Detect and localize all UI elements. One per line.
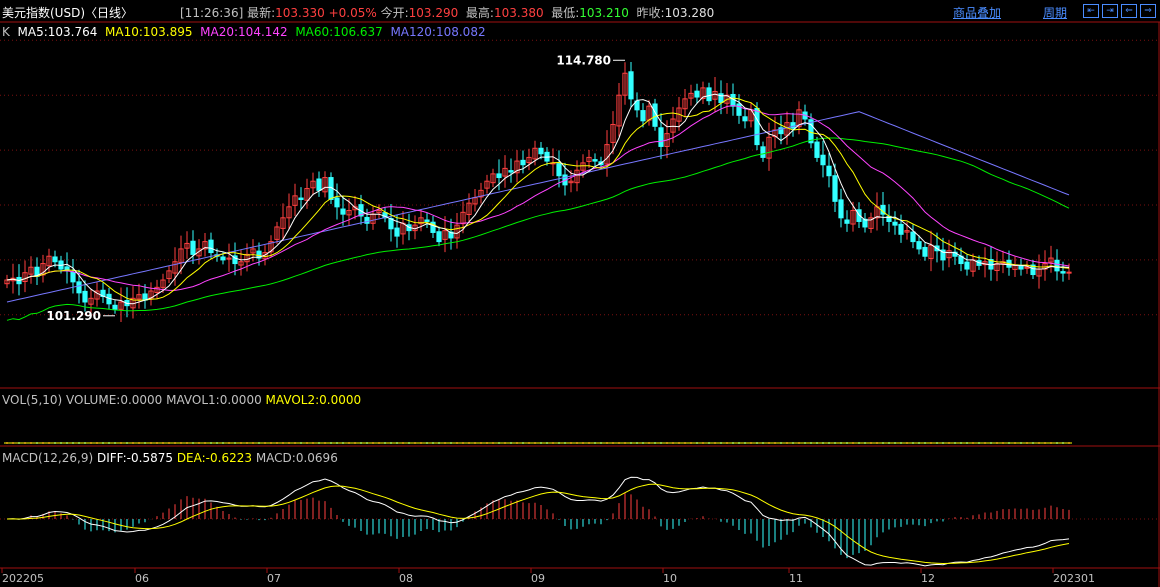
high-annotation: 114.780 <box>556 53 611 67</box>
x-label-7: 12 <box>921 572 935 585</box>
candle-body-56 <box>340 208 346 215</box>
candle-body-55 <box>334 197 340 208</box>
candle-body-82 <box>496 173 502 179</box>
candle-body-106 <box>640 110 646 122</box>
candle-body-8 <box>52 256 58 263</box>
x-label-2: 07 <box>267 572 281 585</box>
candle-body-169 <box>1018 265 1024 270</box>
candle-body-139 <box>838 199 844 219</box>
candle-body-175 <box>1054 259 1060 272</box>
candle-body-70 <box>424 219 430 222</box>
x-label-0: 202205 <box>2 572 44 585</box>
candle-body-18 <box>112 304 118 310</box>
x-label-4: 09 <box>531 572 545 585</box>
x-label-5: 10 <box>663 572 677 585</box>
low-annotation: 101.290 <box>46 309 101 323</box>
candle-body-123 <box>742 116 748 122</box>
x-label-1: 06 <box>135 572 149 585</box>
candle-body-160 <box>964 261 970 270</box>
candle-body-117 <box>706 87 712 102</box>
candle-body-135 <box>814 141 820 158</box>
ma20-line <box>6 104 1070 291</box>
candle-body-131 <box>790 122 796 129</box>
candle-body-65 <box>394 227 400 237</box>
candle-body-13 <box>82 290 88 303</box>
candle-body-151 <box>910 231 916 243</box>
candle-body-176 <box>1060 271 1066 274</box>
candle-body-177 <box>1066 271 1072 274</box>
candle-body-34 <box>208 239 214 254</box>
candle-body-92 <box>556 163 562 177</box>
candle-body-140 <box>844 219 850 224</box>
x-label-8: 202301 <box>1053 572 1095 585</box>
ma5-line <box>6 93 1070 305</box>
candle-body-149 <box>898 223 904 235</box>
candle-body-31 <box>190 240 196 255</box>
candle-body-148 <box>892 221 898 226</box>
candle-body-137 <box>826 165 832 177</box>
candle-body-86 <box>520 159 526 166</box>
candle-body-152 <box>916 241 922 250</box>
candle-body-122 <box>736 103 742 116</box>
x-label-6: 11 <box>789 572 803 585</box>
candle-body-72 <box>436 231 442 243</box>
dea-line <box>6 483 1070 565</box>
candle-body-126 <box>760 146 766 158</box>
x-label-3: 08 <box>399 572 413 585</box>
candle-body-104 <box>628 71 634 100</box>
candle-body-109 <box>658 127 664 147</box>
candle-body-138 <box>832 175 838 202</box>
candle-body-52 <box>316 178 322 191</box>
candle-body-11 <box>70 271 76 283</box>
candle-body-12 <box>76 281 82 294</box>
candle-body-49 <box>298 197 304 201</box>
candle-body-136 <box>820 154 826 166</box>
ma60-line <box>6 137 1070 321</box>
ma10-line <box>6 97 1070 301</box>
stock-chart[interactable]: 114.780 101.290 202205 06 07 08 09 10 11 12 202301 <box>0 0 1160 587</box>
candle-body-115 <box>694 90 700 98</box>
candle-body-98 <box>592 159 598 162</box>
candle-body-125 <box>754 107 760 146</box>
candle-body-89 <box>538 147 544 155</box>
candle-body-36 <box>220 256 226 261</box>
ma120-line <box>6 111 1070 303</box>
candle-body-84 <box>508 170 514 173</box>
diff-line <box>6 476 1070 567</box>
candle-body-153 <box>922 246 928 257</box>
